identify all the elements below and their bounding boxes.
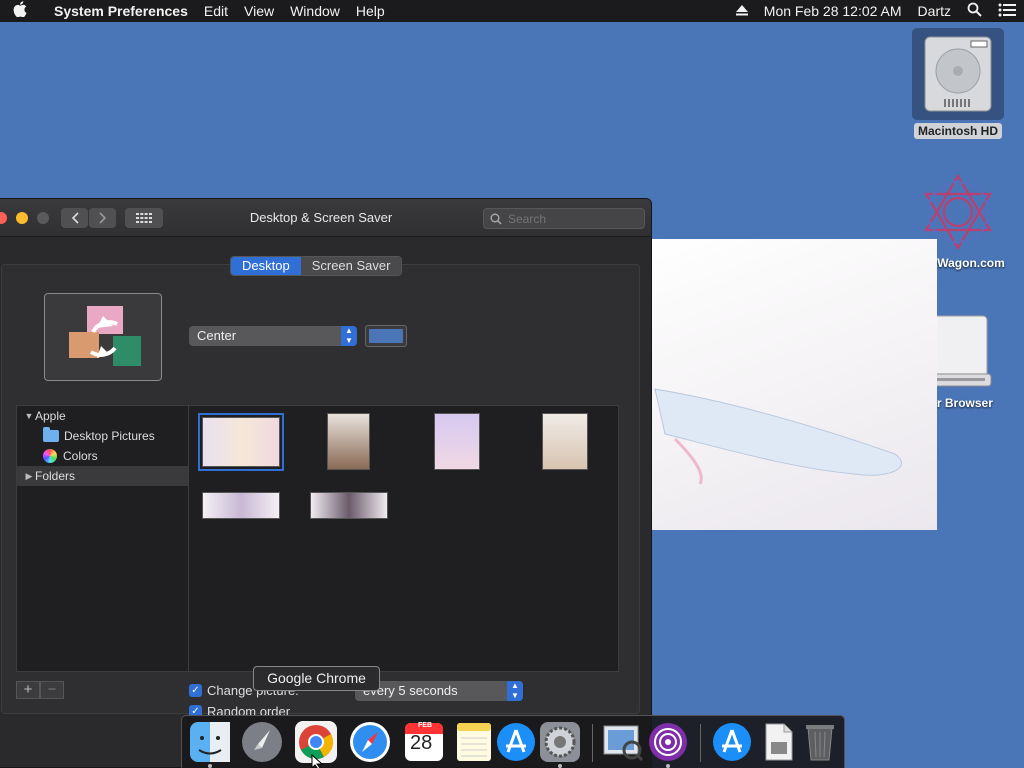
tab-desktop[interactable]: Desktop bbox=[231, 257, 301, 275]
eject-icon[interactable] bbox=[728, 3, 756, 19]
tor-browser-icon[interactable] bbox=[646, 720, 690, 764]
spotlight-search-icon[interactable] bbox=[959, 2, 990, 20]
menu-view[interactable]: View bbox=[236, 3, 282, 19]
sidebar-item-colors[interactable]: Colors bbox=[17, 446, 188, 466]
show-all-button[interactable] bbox=[125, 208, 163, 228]
picture-thumbnail[interactable] bbox=[310, 492, 388, 519]
folder-icon bbox=[43, 427, 59, 442]
downloads-icon[interactable] bbox=[710, 720, 754, 764]
sidebar-item-desktop-pictures[interactable]: Desktop Pictures bbox=[17, 426, 188, 446]
picture-gallery bbox=[188, 405, 619, 672]
forward-button[interactable] bbox=[89, 208, 116, 228]
desktop-icon-label: Macintosh HD bbox=[913, 123, 1002, 139]
interval-select[interactable]: every 5 seconds ▲ ▼ bbox=[355, 681, 523, 701]
source-sidebar: ▼ Apple Desktop Pictures Colors ▶ Folder… bbox=[16, 405, 188, 672]
menu-help[interactable]: Help bbox=[348, 3, 393, 19]
app-store-icon[interactable] bbox=[494, 720, 538, 764]
sidebar-group-folders[interactable]: ▶ Folders bbox=[17, 466, 188, 486]
desktop-wallpaper-image bbox=[645, 239, 937, 530]
calendar-day: 28 bbox=[410, 732, 433, 754]
sidebar-group-apple[interactable]: ▼ Apple bbox=[17, 406, 188, 426]
menu-user[interactable]: Dartz bbox=[910, 3, 959, 19]
disclosure-right-icon[interactable]: ▶ bbox=[23, 466, 35, 486]
tab-screen-saver[interactable]: Screen Saver bbox=[300, 257, 402, 275]
picture-thumbnail[interactable] bbox=[202, 492, 280, 519]
search-icon bbox=[490, 213, 502, 225]
remove-folder-button[interactable]: − bbox=[40, 681, 64, 699]
running-indicator bbox=[666, 764, 670, 768]
notes-icon[interactable] bbox=[452, 720, 496, 764]
mouse-cursor-icon bbox=[311, 754, 323, 768]
close-window-button[interactable] bbox=[0, 212, 7, 224]
fit-option-value: Center bbox=[197, 328, 237, 343]
menu-app-name[interactable]: System Preferences bbox=[40, 3, 196, 19]
disclosure-down-icon[interactable]: ▼ bbox=[23, 406, 35, 426]
select-arrows-icon: ▲ ▼ bbox=[507, 681, 523, 701]
sidebar-item-label: Colors bbox=[63, 449, 98, 463]
change-picture-checkbox[interactable]: ✓ bbox=[189, 684, 202, 697]
search-field[interactable] bbox=[483, 208, 645, 229]
zoom-window-button[interactable] bbox=[37, 212, 49, 224]
menu-clock[interactable]: Mon Feb 28 12:02 AM bbox=[756, 3, 910, 19]
desktop-icon-macintosh-hd[interactable]: Macintosh HD bbox=[910, 28, 1006, 139]
add-folder-button[interactable]: + bbox=[16, 681, 40, 699]
folder-buttons: + − bbox=[16, 681, 64, 699]
preview-icon[interactable] bbox=[600, 720, 644, 764]
sidebar-group-label: Apple bbox=[35, 409, 66, 423]
dock: FEB 28 bbox=[181, 715, 845, 768]
menu-bar: System Preferences Edit View Window Help… bbox=[0, 0, 1024, 22]
launchpad-icon[interactable] bbox=[240, 720, 284, 764]
finder-icon[interactable] bbox=[188, 720, 232, 764]
minimize-window-button[interactable] bbox=[16, 212, 28, 224]
background-color-well[interactable] bbox=[365, 325, 407, 347]
sidebar-item-label: Desktop Pictures bbox=[64, 429, 155, 443]
picture-thumbnail[interactable] bbox=[434, 413, 480, 470]
system-preferences-icon[interactable] bbox=[538, 720, 582, 764]
rotating-pictures-icon bbox=[69, 306, 141, 366]
color-wheel-icon bbox=[43, 449, 57, 463]
select-arrows-icon: ▲ ▼ bbox=[341, 326, 357, 346]
picture-thumbnail[interactable] bbox=[327, 413, 370, 470]
apple-menu-icon[interactable] bbox=[0, 1, 40, 21]
search-input[interactable] bbox=[508, 211, 628, 226]
fit-option-select[interactable]: Center ▲ ▼ bbox=[189, 326, 357, 346]
notification-center-icon[interactable] bbox=[990, 3, 1024, 20]
safari-icon[interactable] bbox=[348, 720, 392, 764]
menu-window[interactable]: Window bbox=[282, 3, 348, 19]
picture-thumbnail[interactable] bbox=[542, 413, 588, 470]
trash-icon[interactable] bbox=[798, 720, 842, 764]
color-swatch bbox=[369, 329, 403, 343]
chevron-left-icon bbox=[71, 212, 79, 224]
chevron-right-icon bbox=[98, 212, 106, 224]
picture-thumbnail[interactable] bbox=[198, 413, 284, 471]
sidebar-group-label: Folders bbox=[35, 469, 76, 483]
dock-separator bbox=[700, 724, 701, 762]
grid-icon bbox=[136, 213, 152, 223]
window-title: Desktop & Screen Saver bbox=[249, 210, 393, 225]
back-button[interactable] bbox=[61, 208, 88, 228]
menu-edit[interactable]: Edit bbox=[196, 3, 236, 19]
hard-drive-icon bbox=[912, 28, 1004, 120]
window-titlebar: Desktop & Screen Saver bbox=[0, 199, 651, 237]
dock-tooltip: Google Chrome bbox=[253, 666, 380, 691]
tab-control: Desktop Screen Saver bbox=[230, 256, 403, 276]
calendar-month: FEB bbox=[418, 722, 432, 729]
running-indicator bbox=[558, 764, 562, 768]
current-picture-preview bbox=[44, 293, 162, 381]
document-icon[interactable] bbox=[756, 720, 800, 764]
dock-separator bbox=[592, 724, 593, 762]
running-indicator bbox=[208, 764, 212, 768]
